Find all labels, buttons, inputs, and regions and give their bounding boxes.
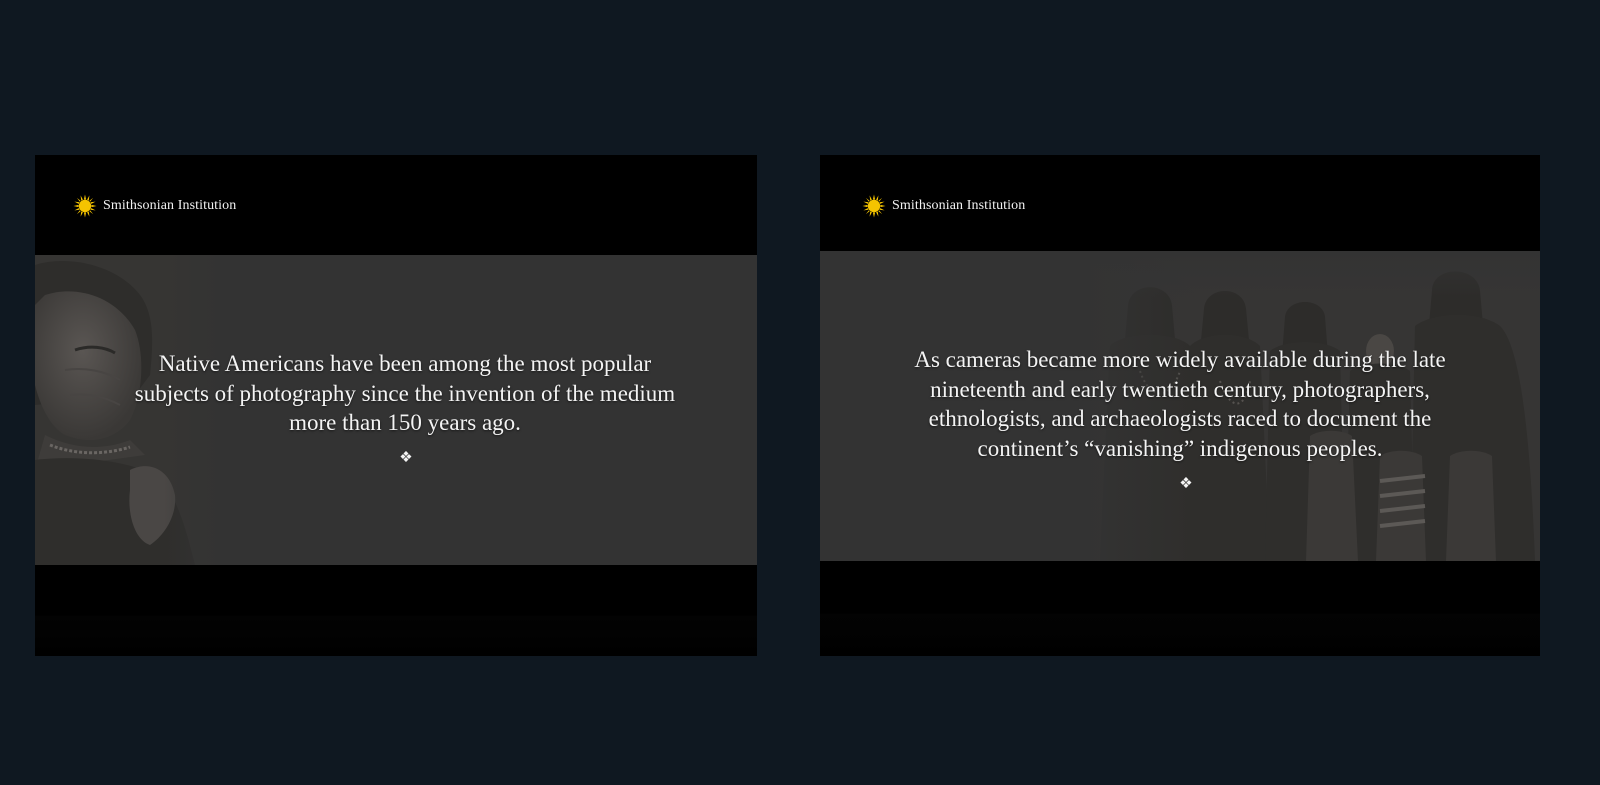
slide-1: Smithsonian Institution Native Americans… bbox=[35, 155, 757, 656]
ornament-icon: ❖ bbox=[399, 450, 413, 466]
smithsonian-sun-icon bbox=[73, 194, 97, 218]
slide-footer bbox=[820, 561, 1540, 656]
slide-footer bbox=[35, 565, 757, 656]
smithsonian-sun-icon bbox=[862, 194, 886, 218]
brand-name: Smithsonian Institution bbox=[103, 198, 237, 213]
brand-logo: Smithsonian Institution bbox=[73, 194, 236, 218]
brand-name: Smithsonian Institution bbox=[892, 198, 1026, 213]
slide-panel: As cameras became more widely available … bbox=[820, 251, 1540, 561]
slide-2: Smithsonian Institution As cameras becam… bbox=[820, 155, 1540, 656]
slide-header: Smithsonian Institution bbox=[820, 155, 1540, 251]
slide-quote: As cameras became more widely available … bbox=[914, 347, 1446, 461]
ornament-icon: ❖ bbox=[1179, 476, 1193, 492]
slide-panel: Native Americans have been among the mos… bbox=[35, 255, 757, 565]
slide-header: Smithsonian Institution bbox=[35, 155, 757, 255]
brand-logo: Smithsonian Institution bbox=[862, 194, 1025, 218]
slide-quote: Native Americans have been among the mos… bbox=[134, 351, 676, 435]
